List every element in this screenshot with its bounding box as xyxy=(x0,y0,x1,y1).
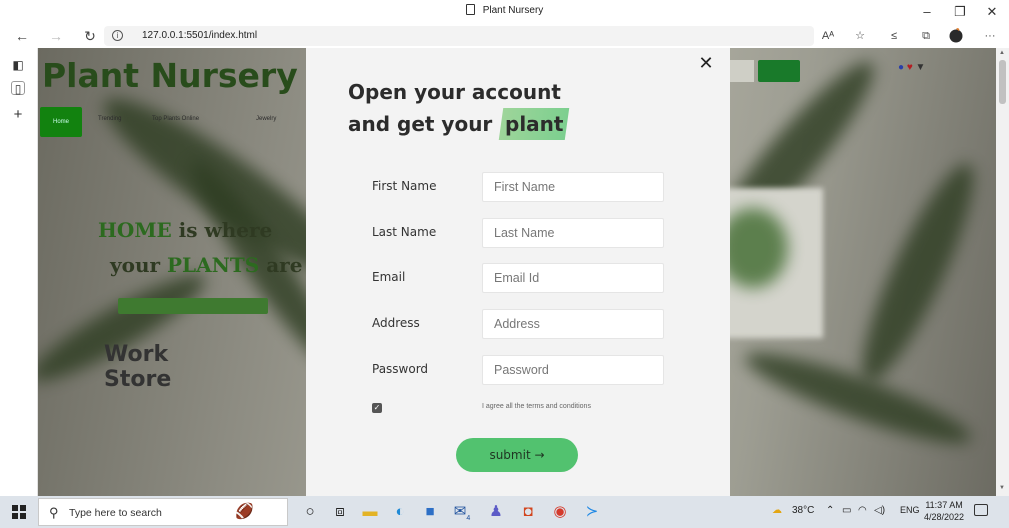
more-icon[interactable]: ··· xyxy=(980,27,1000,45)
site-info-icon[interactable]: i xyxy=(112,30,123,41)
weather-temp[interactable]: 38°C xyxy=(792,505,814,516)
vscode-icon[interactable]: ≻ xyxy=(582,502,602,522)
notification-icon[interactable] xyxy=(974,504,988,516)
mail-icon[interactable]: ✉4 xyxy=(452,502,472,522)
refresh-icon[interactable]: ↻ xyxy=(80,26,100,46)
language-indicator[interactable]: ENG xyxy=(900,505,920,515)
collections-icon[interactable]: ⧉ xyxy=(916,27,936,45)
cortana-icon[interactable]: ○ xyxy=(300,502,320,522)
minimize-button[interactable]: – xyxy=(912,2,942,22)
new-tab-icon[interactable]: + xyxy=(11,107,25,122)
agree-checkbox[interactable]: ✓ xyxy=(372,403,382,413)
page-scrollbar[interactable]: ▲ ▼ xyxy=(996,48,1009,496)
battery-icon[interactable]: ▭ xyxy=(842,505,851,516)
taskbar-search[interactable]: ⚲ Type here to search 🏈 xyxy=(38,498,288,526)
windows-start-icon[interactable] xyxy=(12,505,26,519)
hero-line-3: Work Store xyxy=(104,342,172,392)
tab-title-text: Plant Nursery xyxy=(482,5,544,16)
email-input[interactable] xyxy=(482,263,664,293)
taskbar-clock[interactable]: 11:37 AM 4/28/2022 xyxy=(924,499,964,523)
hero-line-2: your PLANTS are xyxy=(110,253,303,277)
back-arrow-icon[interactable]: ← xyxy=(12,26,32,46)
first-name-row: First Name xyxy=(372,172,672,202)
nav-home[interactable]: Home xyxy=(40,107,82,137)
email-label: Email xyxy=(372,270,406,284)
scroll-up-icon[interactable]: ▲ xyxy=(999,50,1005,56)
agree-terms-label: I agree all the terms and conditions xyxy=(482,403,591,410)
nav-item-top-plants[interactable]: Top Plants Online xyxy=(152,116,199,122)
user-icon[interactable]: ● xyxy=(898,62,904,73)
signup-modal: ✕ Open your account and get your plant F… xyxy=(306,48,730,496)
password-row: Password xyxy=(372,355,672,385)
wifi-icon[interactable]: ◠ xyxy=(858,505,867,516)
volume-icon[interactable]: ◁) xyxy=(874,505,885,516)
hero-line-1: HOME is where xyxy=(98,218,273,242)
browser-toolbar: ← → ↻ i 127.0.0.1:5501/index.html Aᴬ ☆ ≤… xyxy=(0,24,1009,48)
file-explorer-icon[interactable]: ▬ xyxy=(360,502,380,522)
address-label: Address xyxy=(372,316,420,330)
profile-icon[interactable] xyxy=(946,27,966,45)
tab-page-icon[interactable]: ▯ xyxy=(11,81,25,96)
mail-badge: 4 xyxy=(466,515,471,522)
address-bar[interactable]: i 127.0.0.1:5501/index.html xyxy=(104,26,814,46)
site-search-input[interactable] xyxy=(728,60,754,82)
last-name-row: Last Name xyxy=(372,218,672,248)
url-text[interactable]: 127.0.0.1:5501/index.html xyxy=(142,30,257,41)
restore-button[interactable]: ❐ xyxy=(945,2,975,22)
tab-actions-icon[interactable]: ◧ xyxy=(11,58,25,72)
clock-date: 4/28/2022 xyxy=(924,512,965,522)
modal-heading-line-1: Open your account xyxy=(348,80,561,104)
submit-button[interactable]: submit → xyxy=(456,438,578,472)
site-search-button[interactable] xyxy=(758,60,800,82)
last-name-input[interactable] xyxy=(482,218,664,248)
teams-icon[interactable]: ♟ xyxy=(486,502,506,522)
weather-icon[interactable]: ☁ xyxy=(772,505,782,516)
store-icon[interactable]: ■ xyxy=(420,502,440,522)
chrome-icon[interactable]: ◉ xyxy=(550,502,570,522)
window-title-bar: Plant Nursery – ❐ ✕ xyxy=(0,0,1009,24)
modal-heading: Open your account and get your plant xyxy=(348,76,570,140)
close-window-button[interactable]: ✕ xyxy=(977,2,1007,22)
document-icon xyxy=(465,4,475,15)
heading-highlight: plant xyxy=(499,108,570,140)
windows-taskbar: ⚲ Type here to search 🏈 ○ ⧈ ▬ ◐ ■ ✉4 ♟ ◘… xyxy=(0,496,1009,528)
password-label: Password xyxy=(372,362,429,376)
clock-time: 11:37 AM xyxy=(925,500,963,510)
forward-arrow-icon[interactable]: → xyxy=(46,26,66,46)
sidebar-rail: ◧ ▯ + xyxy=(0,48,38,496)
edge-icon[interactable]: ◐ xyxy=(390,502,410,522)
taskbar-search-placeholder[interactable]: Type here to search xyxy=(69,507,162,519)
site-logo[interactable]: Plant Nursery xyxy=(42,56,298,95)
read-aloud-icon[interactable]: Aᴬ xyxy=(818,27,838,45)
modal-close-button[interactable]: ✕ xyxy=(696,54,716,74)
page-viewport: Plant Nursery ● ♥ ▼ Home Trending Top Pl… xyxy=(38,48,996,496)
password-input[interactable] xyxy=(482,355,664,385)
address-row: Address xyxy=(372,309,672,339)
last-name-label: Last Name xyxy=(372,225,437,239)
office-icon[interactable]: ◘ xyxy=(518,502,538,522)
nav-item-jewelry[interactable]: Jewelry xyxy=(256,116,276,122)
scrollbar-thumb[interactable] xyxy=(999,60,1006,104)
tray-chevron-icon[interactable]: ⌃ xyxy=(826,505,834,516)
favorite-add-icon[interactable]: ☆ xyxy=(850,27,870,45)
hero-cta-button[interactable] xyxy=(118,298,268,314)
site-header-icons: ● ♥ ▼ xyxy=(898,62,925,73)
first-name-input[interactable] xyxy=(482,172,664,202)
tab-title: Plant Nursery xyxy=(0,4,1009,16)
heart-icon[interactable]: ♥ xyxy=(907,62,913,73)
address-input[interactable] xyxy=(482,309,664,339)
favorites-icon[interactable]: ≤ xyxy=(884,27,904,45)
first-name-label: First Name xyxy=(372,179,437,193)
email-row: Email xyxy=(372,263,672,293)
search-highlight-icon: 🏈 xyxy=(235,503,254,520)
cart-icon[interactable]: ▼ xyxy=(916,62,926,73)
modal-heading-line-2: and get your plant xyxy=(348,108,570,140)
search-icon: ⚲ xyxy=(49,505,59,520)
nav-item-trending[interactable]: Trending xyxy=(98,116,121,122)
scroll-down-icon[interactable]: ▼ xyxy=(999,485,1005,491)
task-view-icon[interactable]: ⧈ xyxy=(330,502,350,522)
